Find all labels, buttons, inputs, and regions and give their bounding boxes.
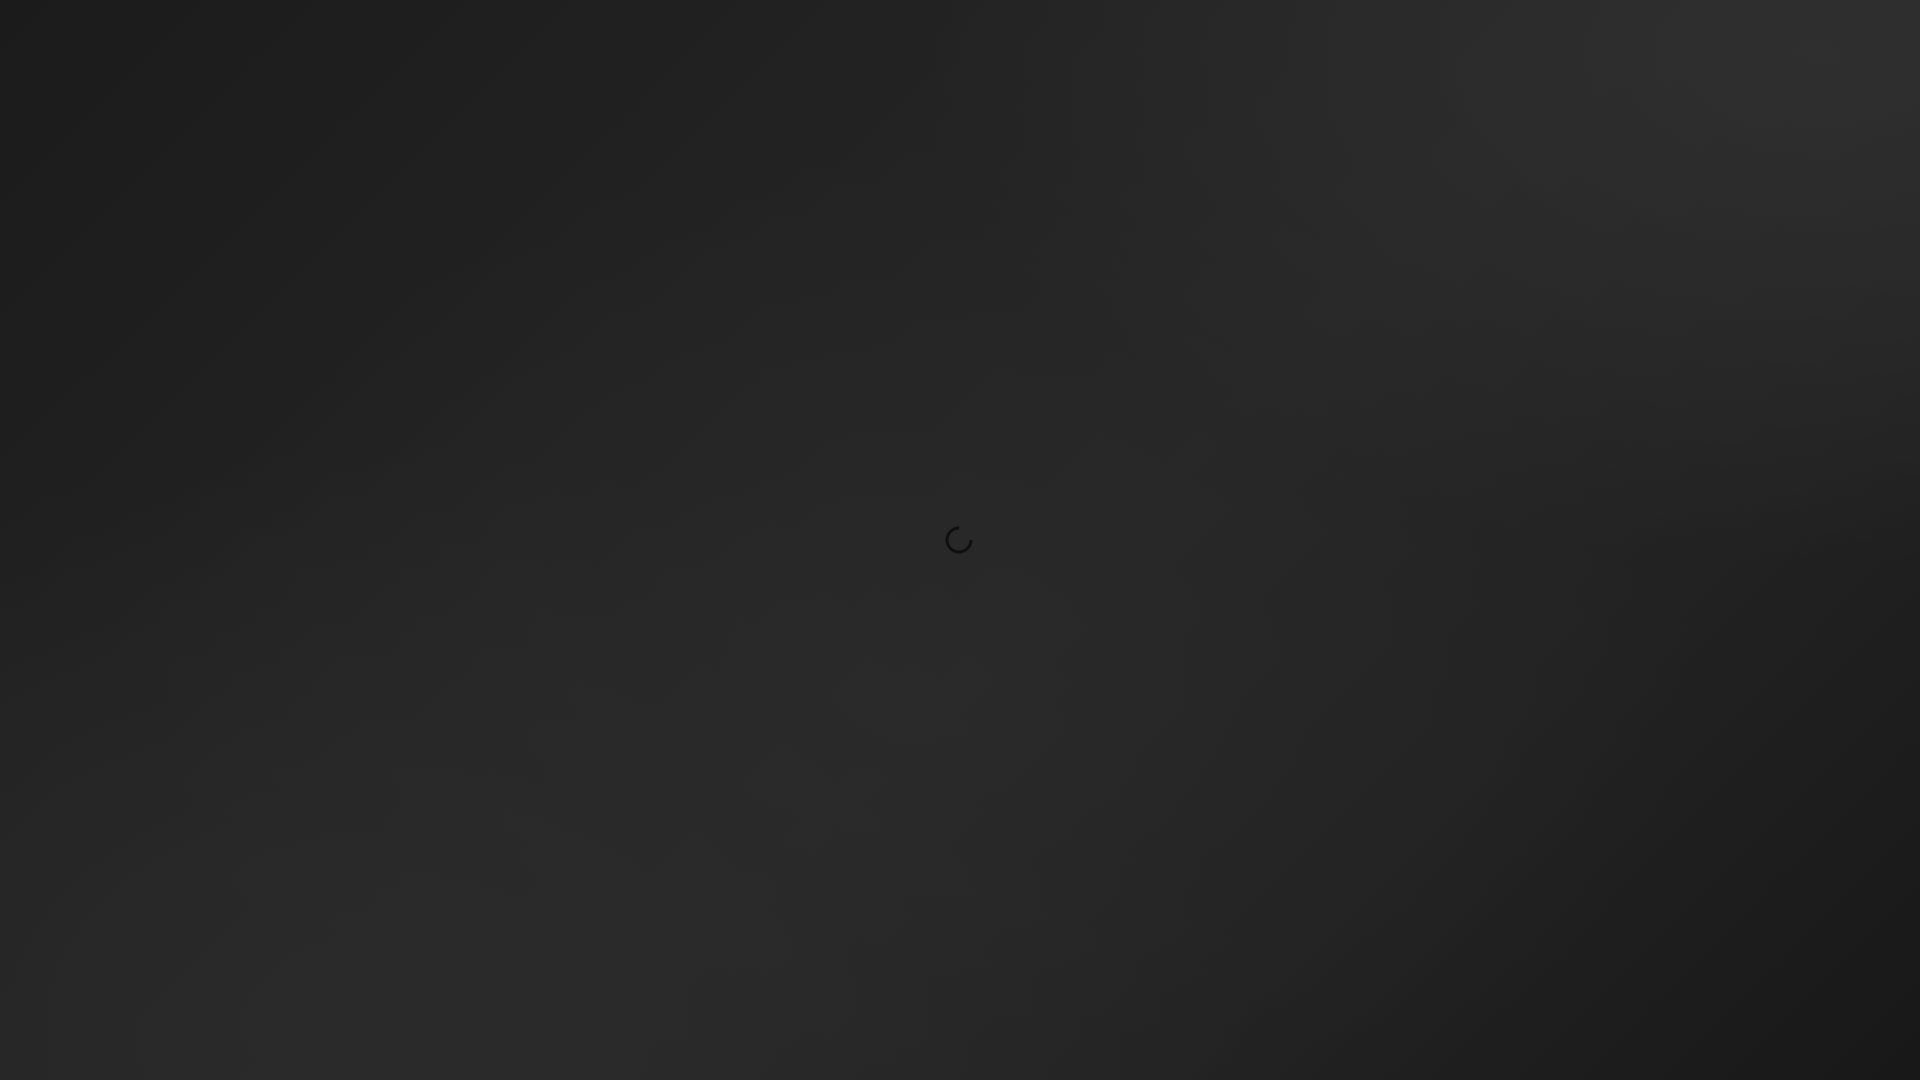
- loading-spinner-icon: [943, 524, 975, 556]
- spinner-icon: [945, 526, 973, 554]
- spinner-arc: [945, 526, 973, 554]
- loading-screen: [0, 0, 1920, 1080]
